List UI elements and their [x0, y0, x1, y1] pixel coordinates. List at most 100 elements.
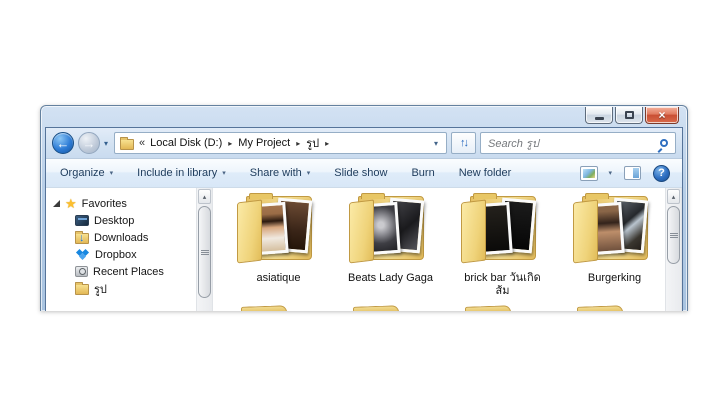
recent-places-label: Recent Places — [93, 265, 164, 278]
desktop-label: Desktop — [94, 214, 135, 227]
new-folder-button[interactable]: New folder — [459, 167, 512, 179]
title-bar[interactable]: × — [41, 106, 687, 127]
sidebar-scrollbar-thumb[interactable] — [198, 206, 211, 298]
breadcrumb-item-my-project[interactable]: My Project — [238, 137, 290, 149]
desktop-icon — [75, 215, 89, 226]
recent-places-icon — [75, 266, 88, 277]
folder-brick-bar[interactable]: brick bar วันเกิด ส้ม — [451, 193, 554, 298]
slide-show-button[interactable]: Slide show — [334, 167, 387, 179]
dropbox-icon — [75, 248, 90, 261]
include-in-library-label: Include in library — [137, 167, 218, 179]
search-icon[interactable] — [660, 139, 668, 147]
search-placeholder: Search รูป — [488, 138, 539, 150]
share-with-button[interactable]: Share with ▾ — [250, 167, 311, 179]
folder-burgerking[interactable]: Burgerking — [563, 193, 665, 285]
folder-thumbnail-icon — [231, 193, 327, 269]
next-row-folder-peek[interactable] — [352, 305, 400, 311]
breadcrumb-overflow-chevron[interactable]: « — [139, 137, 145, 149]
collapse-expander-icon[interactable] — [53, 200, 60, 207]
forward-icon: → — [82, 135, 96, 151]
chevron-down-icon: ▾ — [109, 170, 114, 177]
minimize-button[interactable] — [585, 107, 613, 124]
refresh-icon: ↑↓ — [460, 137, 469, 149]
chevron-down-icon: ▾ — [222, 170, 226, 177]
chevron-down-icon: ▾ — [306, 170, 311, 177]
help-button[interactable]: ? — [653, 164, 670, 182]
address-bar[interactable]: « Local Disk (D:) ▸ My Project ▸ รูป ▸ ▾ — [114, 132, 447, 154]
scrollbar-grip-icon — [200, 251, 209, 253]
scroll-up-button[interactable]: ▴ — [667, 189, 680, 204]
sidebar-item-recent-places[interactable]: Recent Places — [46, 263, 196, 280]
file-list: asiatique Beats Lady Gaga brick bar วันเ… — [213, 188, 665, 311]
roop-folder-label: รูป — [94, 283, 107, 296]
favorites-star-icon: ★ — [65, 196, 77, 211]
burn-label: Burn — [411, 167, 435, 179]
sidebar-item-dropbox[interactable]: Dropbox — [46, 246, 196, 263]
next-row-folder-peek[interactable] — [464, 305, 512, 311]
folder-beats-lady-gaga[interactable]: Beats Lady Gaga — [339, 193, 442, 285]
maximize-icon — [624, 111, 634, 119]
views-icon — [580, 165, 599, 181]
command-bar: Organize ▾ Include in library ▾ Share with… — [46, 159, 682, 188]
command-bar-actions: Organize ▾ Include in library ▾ Share with… — [60, 167, 511, 179]
back-button[interactable]: ← — [52, 132, 74, 154]
explorer-window: × ← → ▾ « Local Disk (D:) ▸ My Project ▸… — [40, 105, 688, 311]
folder-icon — [75, 282, 89, 295]
downloads-label: Downloads — [94, 231, 149, 244]
scroll-up-icon: ▴ — [671, 193, 676, 201]
folder-label: Burgerking — [587, 272, 642, 284]
refresh-button[interactable]: ↑↓ — [451, 132, 476, 154]
navigation-bar: ← → ▾ « Local Disk (D:) ▸ My Project ▸ ร… — [46, 128, 682, 159]
folder-asiatique[interactable]: asiatique — [227, 193, 330, 285]
breadcrumb-item-current-folder[interactable]: รูป — [306, 134, 319, 152]
back-icon: ← — [56, 135, 70, 151]
change-view-button[interactable]: ▾ — [580, 165, 612, 181]
window-client-area: ← → ▾ « Local Disk (D:) ▸ My Project ▸ ร… — [45, 127, 683, 311]
dropbox-label: Dropbox — [95, 248, 137, 261]
folder-icon — [120, 136, 135, 150]
close-button[interactable]: × — [645, 107, 679, 124]
maximize-button[interactable] — [615, 107, 643, 124]
sidebar-item-roop-folder[interactable]: รูป — [46, 280, 196, 297]
sidebar-item-desktop[interactable]: Desktop — [46, 212, 196, 229]
breadcrumb-separator-icon[interactable]: ▸ — [228, 139, 232, 148]
scrollbar-grip-icon — [669, 234, 678, 236]
burn-button[interactable]: Burn — [411, 167, 434, 179]
sidebar-favorites[interactable]: ★ Favorites — [46, 195, 196, 212]
organize-label: Organize — [60, 167, 105, 179]
content-scrollbar-thumb[interactable] — [667, 206, 680, 264]
folder-thumbnail-icon — [343, 193, 439, 269]
new-folder-label: New folder — [458, 167, 512, 179]
address-dropdown-icon[interactable]: ▾ — [431, 139, 441, 148]
forward-button[interactable]: → — [78, 132, 100, 154]
favorites-label: Favorites — [81, 197, 127, 210]
close-icon: × — [658, 108, 666, 122]
chevron-down-icon: ▾ — [608, 170, 612, 177]
next-row-folder-peek[interactable] — [240, 305, 288, 311]
window-controls: × — [585, 107, 679, 124]
recent-pages-dropdown-icon[interactable]: ▾ — [104, 139, 108, 148]
search-box[interactable]: Search รูป — [480, 132, 676, 154]
breadcrumb-item-local-disk-d[interactable]: Local Disk (D:) — [150, 137, 222, 149]
content-scrollbar[interactable]: ▴ — [665, 188, 682, 311]
breadcrumb-separator-icon[interactable]: ▸ — [325, 139, 329, 148]
next-row-folder-peek[interactable] — [576, 305, 624, 311]
navigation-pane: ★ Favorites Desktop Downloads Dropbox — [46, 188, 196, 311]
preview-pane-button[interactable] — [624, 166, 641, 180]
slide-show-label: Slide show — [334, 167, 388, 179]
organize-button[interactable]: Organize ▾ — [60, 167, 113, 179]
minimize-icon — [594, 116, 604, 120]
downloads-icon — [75, 231, 89, 244]
folder-front-flap — [460, 199, 486, 264]
sidebar-scrollbar[interactable]: ▴ — [196, 188, 213, 311]
command-bar-view-controls: ▾ ? — [580, 164, 670, 182]
share-with-label: Share with — [249, 167, 302, 179]
include-in-library-button[interactable]: Include in library ▾ — [137, 167, 226, 179]
folder-front-flap — [236, 199, 262, 264]
explorer-content: ★ Favorites Desktop Downloads Dropbox — [46, 188, 682, 311]
sidebar-item-downloads[interactable]: Downloads — [46, 229, 196, 246]
folder-label: asiatique — [256, 272, 301, 284]
breadcrumb-separator-icon[interactable]: ▸ — [296, 139, 300, 148]
scroll-up-button[interactable]: ▴ — [198, 189, 211, 204]
folder-front-flap — [572, 199, 598, 264]
